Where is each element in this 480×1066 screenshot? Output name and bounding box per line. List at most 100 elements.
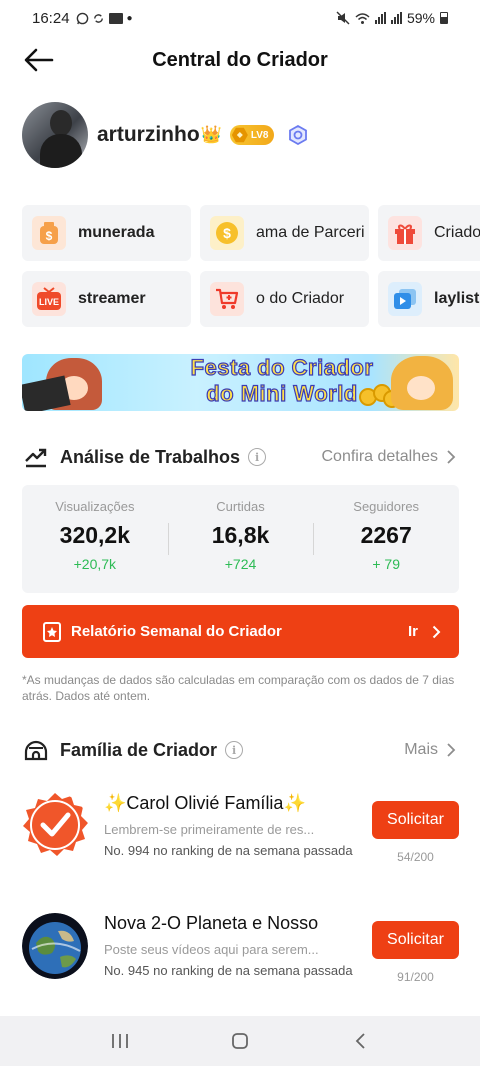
whatsapp-icon xyxy=(76,12,88,24)
creator-tools-grid: $ munerada $ ama de Parceri Criado LIVE … xyxy=(22,205,480,327)
request-join-button[interactable]: Solicitar xyxy=(372,921,459,959)
family-rank: No. 945 no ranking de na semana passada xyxy=(104,963,353,978)
trend-chart-icon xyxy=(25,448,47,468)
profile-row[interactable]: arturzinho 👑 LV8 xyxy=(22,102,308,168)
system-nav-bar xyxy=(0,1016,480,1066)
coin-icon: $ xyxy=(210,216,244,250)
report-go-label: Ir xyxy=(407,623,418,640)
request-join-button[interactable]: Solicitar xyxy=(372,801,459,839)
system-back-button[interactable] xyxy=(340,1026,380,1056)
analysis-title: Análise de Trabalhos xyxy=(60,446,241,467)
report-icon xyxy=(43,621,61,642)
chevron-right-icon xyxy=(447,450,456,464)
stat-label: Seguidores xyxy=(353,499,420,514)
stat-likes: Curtidas 16,8k +724 xyxy=(167,485,314,593)
mute-icon xyxy=(336,11,350,25)
playlist-icon xyxy=(388,282,422,316)
banner-title: Festa do Criador do Mini World xyxy=(162,354,402,407)
family-item[interactable]: Nova 2-O Planeta e Nosso Poste seus víde… xyxy=(22,913,459,1023)
banner-line-1: Festa do Criador xyxy=(190,354,374,380)
stat-views: Visualizações 320,2k +20,7k xyxy=(22,485,168,593)
live-icon: LIVE xyxy=(32,282,66,316)
analysis-header: Análise de Trabalhos i Confira detalhes xyxy=(24,443,456,471)
stat-value: 320,2k xyxy=(59,522,131,548)
wifi-icon xyxy=(355,12,370,24)
recent-apps-icon xyxy=(112,1034,128,1048)
cart-icon xyxy=(210,282,244,316)
top-app-bar: Central do Criador xyxy=(0,36,480,84)
stat-label: Visualizações xyxy=(55,499,135,514)
signal-icon-2 xyxy=(390,12,402,24)
family-avatar-check-badge[interactable] xyxy=(22,793,88,859)
page-title: Central do Criador xyxy=(152,48,328,71)
level-hex-icon xyxy=(231,127,248,143)
clapperboard-icon xyxy=(22,375,71,411)
tool-label: Criado xyxy=(434,224,480,241)
chevron-right-icon xyxy=(447,743,456,757)
tool-criador[interactable]: Criado xyxy=(378,205,480,261)
tool-label: streamer xyxy=(78,290,146,307)
family-name: Nova 2-O Planeta e Nosso xyxy=(104,913,319,933)
level-text: LV8 xyxy=(250,129,269,141)
more-dot-icon: ● xyxy=(126,12,133,24)
stat-label: Curtidas xyxy=(216,499,265,514)
report-label: Relatório Semanal do Criador xyxy=(71,623,282,640)
family-item[interactable]: ✨Carol Olivié Família✨ Lembrem-se primei… xyxy=(22,793,459,903)
chevron-right-icon xyxy=(432,625,441,638)
tool-label: o do Criador xyxy=(256,290,345,307)
recent-apps-button[interactable] xyxy=(100,1026,140,1056)
avatar[interactable] xyxy=(22,102,88,168)
family-avatar-planet[interactable] xyxy=(22,913,88,979)
svg-text:$: $ xyxy=(46,229,53,243)
tool-streamer[interactable]: LIVE streamer xyxy=(22,271,191,327)
money-bag-icon: $ xyxy=(32,216,66,250)
crown-emoji: 👑 xyxy=(200,125,222,144)
status-bar: 16:24 ● 59% xyxy=(0,0,480,36)
family-description: Poste seus vídeos aqui para serem... xyxy=(104,942,319,957)
notification-icons: ● xyxy=(76,12,133,25)
family-name: ✨Carol Olivié Família✨ xyxy=(104,793,306,813)
family-title: Família de Criador xyxy=(60,739,218,760)
analysis-details-link[interactable]: Confira detalhes xyxy=(321,448,456,466)
home-icon xyxy=(232,1033,248,1049)
info-icon[interactable]: i xyxy=(225,741,244,759)
stat-delta: +20,7k xyxy=(73,556,117,572)
promo-banner[interactable]: Festa do Criador do Mini World xyxy=(22,354,459,411)
family-info: ✨Carol Olivié Família✨ Lembrem-se primei… xyxy=(104,793,354,859)
svg-text:$: $ xyxy=(223,225,231,241)
tool-playlist[interactable]: laylist xyxy=(378,271,480,327)
sync-icon xyxy=(93,13,103,23)
stat-followers: Seguidores 2267 + 79 xyxy=(313,485,459,593)
stat-delta: +724 xyxy=(224,556,257,572)
tool-label: munerada xyxy=(78,224,155,241)
stat-value: 2267 xyxy=(360,522,412,548)
battery-icon xyxy=(440,12,448,24)
username: arturzinho xyxy=(97,123,200,146)
gift-icon xyxy=(388,216,422,250)
info-icon[interactable]: i xyxy=(248,448,267,466)
member-count: 91/200 xyxy=(397,970,434,984)
details-link-label: Confira detalhes xyxy=(321,448,438,465)
stat-delta: + 79 xyxy=(372,556,400,572)
tool-remunerada[interactable]: $ munerada xyxy=(22,205,191,261)
family-rank: No. 994 no ranking de na semana passada xyxy=(104,843,353,858)
family-header: Família de Criador i Mais xyxy=(24,736,456,764)
back-arrow-icon[interactable] xyxy=(22,45,56,75)
family-info: Nova 2-O Planeta e Nosso Poste seus víde… xyxy=(104,913,354,979)
back-chevron-icon xyxy=(355,1033,365,1049)
signal-icon xyxy=(374,12,386,24)
level-badge[interactable]: LV8 xyxy=(229,125,275,145)
status-time: 16:24 xyxy=(32,9,70,27)
banner-line-2: do Mini World xyxy=(206,380,358,406)
stats-card[interactable]: Visualizações 320,2k +20,7k Curtidas 16,… xyxy=(22,485,459,593)
data-disclaimer: *As mudanças de dados são calculadas em … xyxy=(22,673,455,703)
tool-label: laylist xyxy=(434,290,480,307)
family-more-link[interactable]: Mais xyxy=(404,741,456,759)
tool-loja-criador[interactable]: o do Criador xyxy=(200,271,369,327)
tool-label: ama de Parceri xyxy=(256,224,365,241)
home-button[interactable] xyxy=(220,1026,260,1056)
tool-programa-parceria[interactable]: $ ama de Parceri xyxy=(200,205,369,261)
creator-verified-icon[interactable] xyxy=(288,125,308,145)
more-link-label: Mais xyxy=(404,741,438,758)
weekly-report-button[interactable]: Relatório Semanal do Criador Ir xyxy=(22,605,459,658)
